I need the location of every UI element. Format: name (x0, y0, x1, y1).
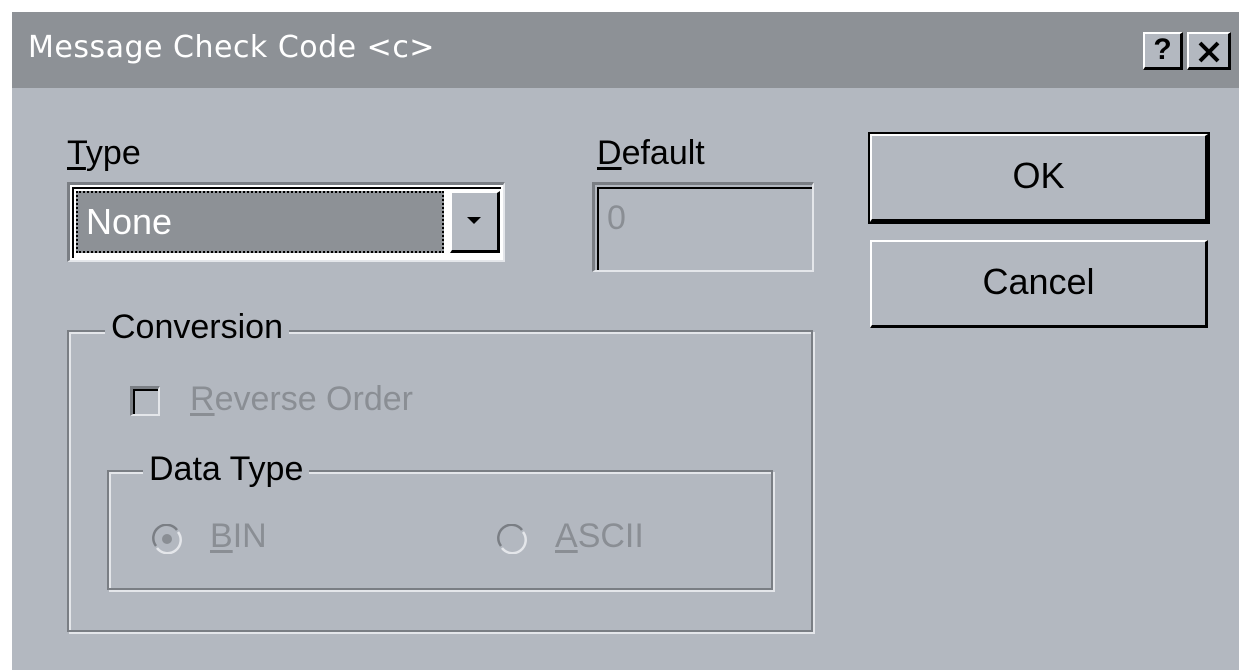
default-label: Default (597, 134, 705, 173)
type-combobox-frame: None (72, 187, 501, 258)
chevron-down-icon (467, 217, 481, 224)
data-type-group: Data Type (107, 450, 773, 590)
radio-ascii-label: ASCII (555, 517, 644, 556)
radio-bin-label-rest: IN (232, 517, 267, 555)
close-icon (1198, 41, 1220, 63)
radio-bin-label: BIN (210, 517, 267, 556)
radio-bin-mnemonic: B (210, 517, 233, 555)
reverse-order-checkbox (130, 386, 160, 416)
default-label-mnemonic: D (597, 134, 622, 172)
reverse-order-checkbox-box (133, 389, 158, 414)
type-combobox-value[interactable]: None (76, 191, 444, 253)
title-bar[interactable]: Message Check Code <c> ? (12, 12, 1239, 88)
help-button[interactable]: ? (1143, 32, 1183, 70)
ok-button[interactable]: OK (868, 132, 1210, 224)
radio-ascii-mnemonic: A (555, 517, 578, 555)
type-label-rest: ype (85, 134, 141, 172)
reverse-order-label: Reverse Order (190, 380, 413, 419)
message-check-code-dialog: Message Check Code <c> ? Type None Defau… (10, 10, 1239, 670)
default-input: 0 (592, 182, 814, 272)
type-combobox[interactable]: None (67, 182, 505, 262)
cancel-button[interactable]: Cancel (870, 240, 1208, 328)
reverse-order-label-rest: everse Order (214, 380, 413, 418)
type-label-mnemonic: T (67, 134, 86, 172)
data-type-legend: Data Type (143, 450, 310, 489)
radio-ascii-label-rest: SCII (577, 517, 644, 555)
radio-bin (152, 524, 182, 554)
reverse-order-mnemonic: R (190, 380, 215, 418)
conversion-legend: Conversion (105, 308, 289, 347)
type-label: Type (67, 134, 141, 173)
dialog-title: Message Check Code <c> (28, 30, 435, 65)
type-dropdown-button[interactable] (450, 191, 500, 253)
close-button[interactable] (1187, 32, 1231, 70)
default-input-value: 0 (597, 187, 812, 270)
default-label-rest: efault (621, 134, 705, 172)
radio-ascii (497, 524, 527, 554)
